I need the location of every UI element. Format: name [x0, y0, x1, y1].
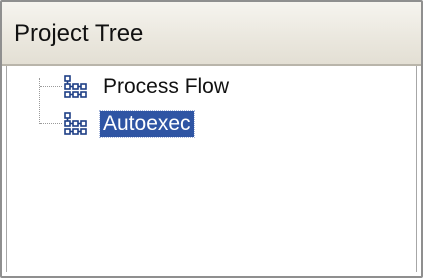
tree-item-label: Autoexec [99, 110, 195, 138]
process-flow-icon [64, 75, 87, 98]
panel-header: Project Tree [2, 2, 421, 66]
tree-item-label: Process Flow [103, 75, 230, 98]
process-flow-icon [64, 112, 87, 135]
tree-connector-line [39, 78, 40, 124]
project-tree-panel: Project Tree Process Flow Autoexec [0, 0, 423, 278]
tree-item-autoexec[interactable]: Autoexec [61, 110, 195, 138]
tree-item-process-flow[interactable]: Process Flow [61, 73, 232, 101]
project-tree[interactable]: Process Flow Autoexec [6, 66, 417, 272]
tree-connector-line [40, 123, 62, 124]
panel-title: Project Tree [14, 20, 144, 47]
tree-connector-line [40, 86, 62, 87]
